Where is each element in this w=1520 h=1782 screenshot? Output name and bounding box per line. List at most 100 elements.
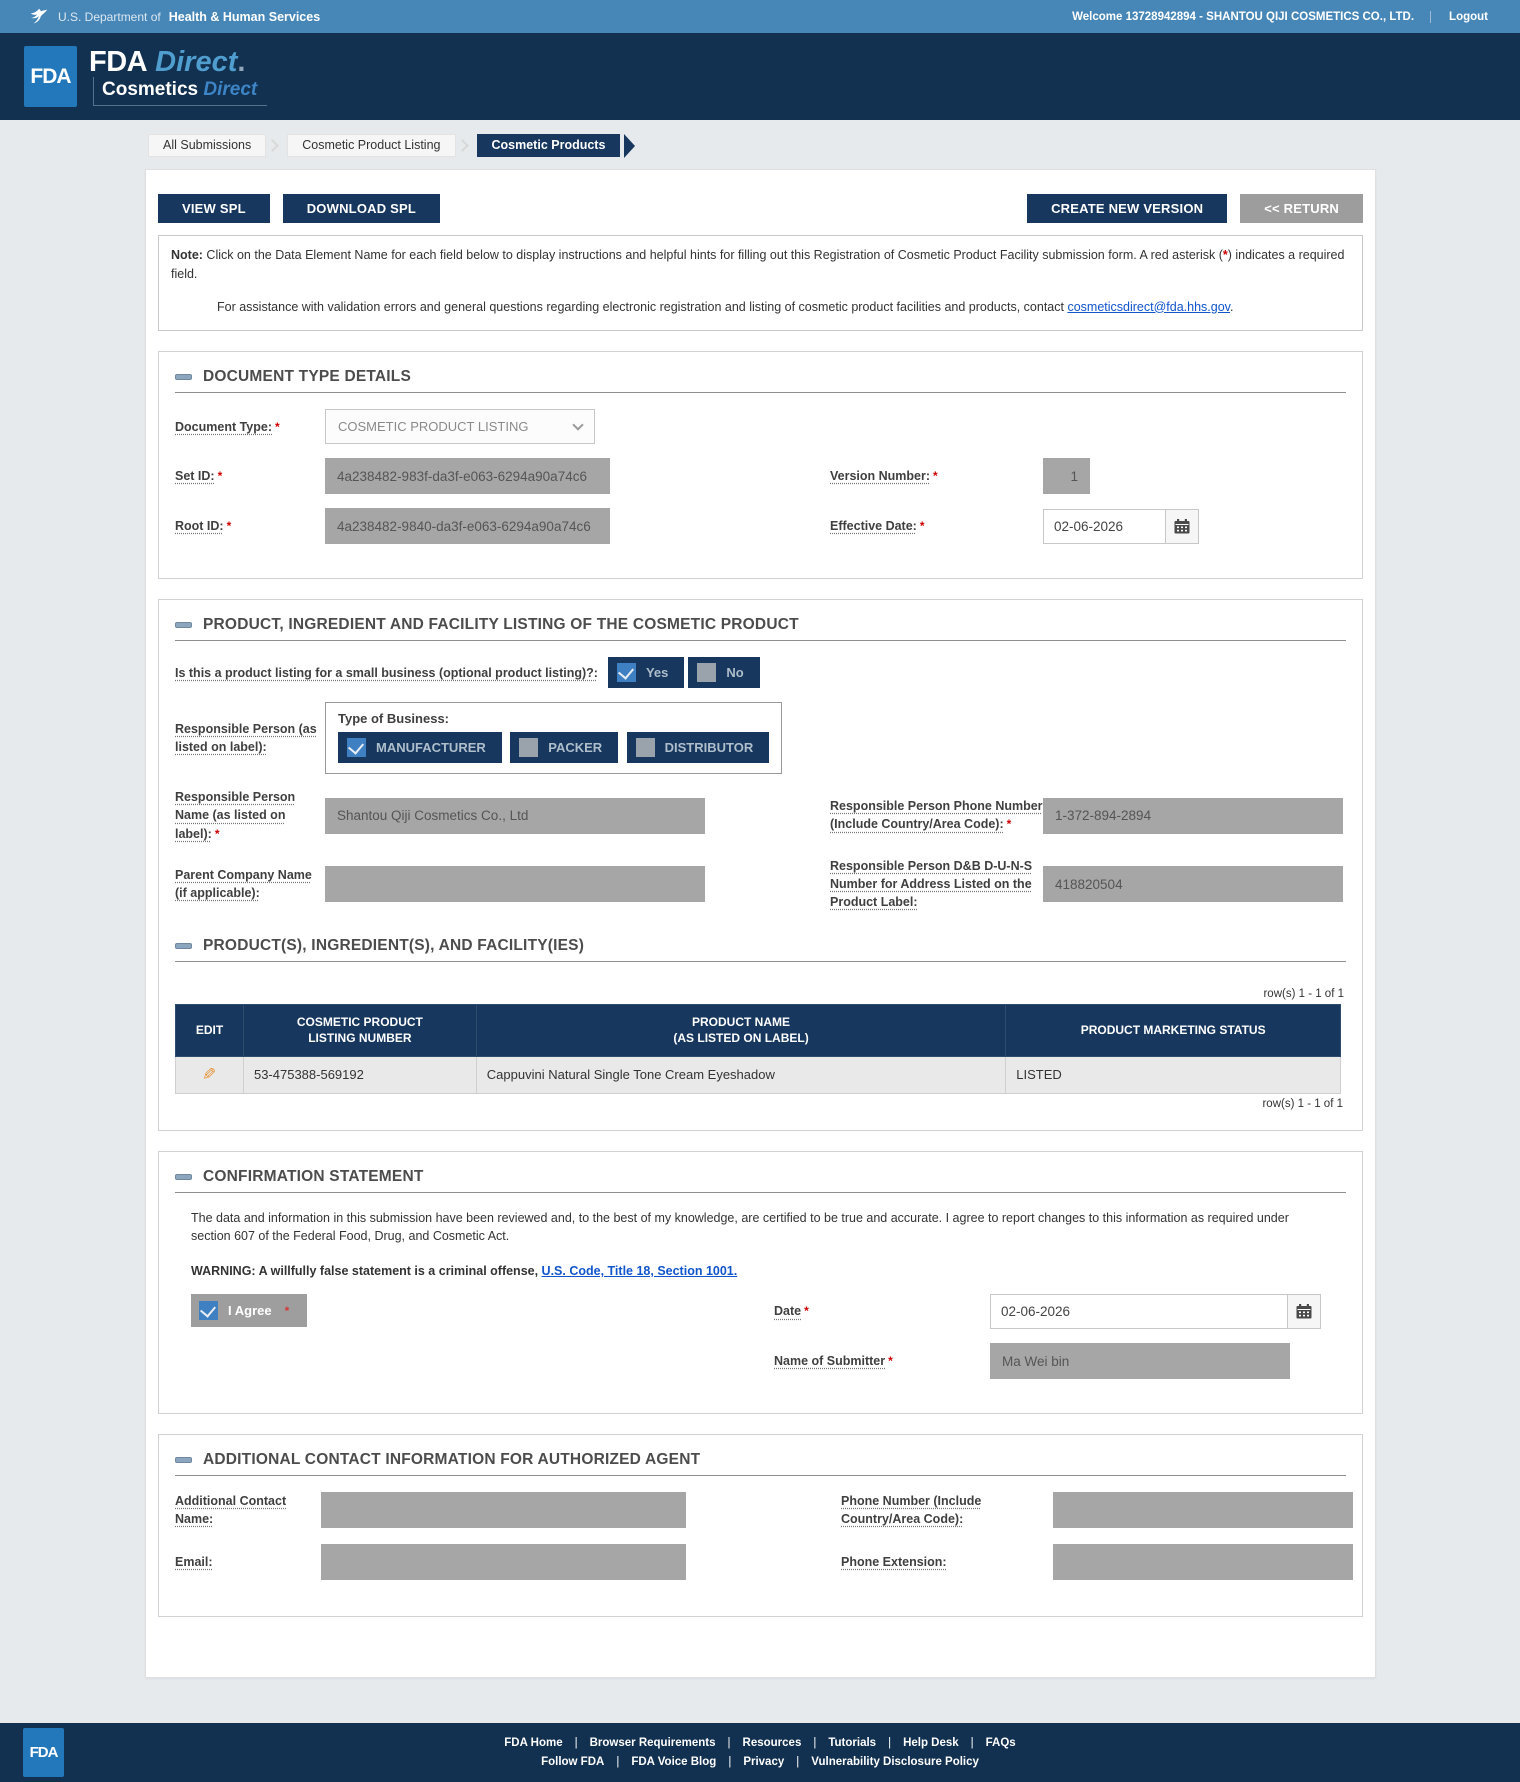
i-agree-label: I Agree (228, 1303, 272, 1318)
no-label: No (726, 665, 743, 680)
dept-name: Health & Human Services (169, 10, 320, 24)
footer-link-tutorials[interactable]: Tutorials (801, 1737, 876, 1749)
document-type-value: COSMETIC PRODUCT LISTING (338, 419, 528, 434)
parent-company-field (325, 866, 705, 902)
products-subsection-title: PRODUCT(S), INGREDIENT(S), AND FACILITY(… (203, 937, 584, 955)
required-asterisk: * (804, 1304, 809, 1318)
footer-link-faqs[interactable]: FAQs (959, 1737, 1016, 1749)
table-row: ✎ 53-475388-569192 Cappuvini Natural Sin… (176, 1056, 1341, 1093)
us-code-link[interactable]: U.S. Code, Title 18, Section 1001. (542, 1264, 738, 1278)
collapse-section-icon[interactable] (175, 943, 192, 949)
row-count-top: row(s) 1 - 1 of 1 (177, 988, 1344, 1000)
breadcrumb-cosmetic-products[interactable]: Cosmetic Products (477, 134, 621, 157)
checkbox-checked-icon (617, 663, 636, 682)
section-title: CONFIRMATION STATEMENT (203, 1168, 424, 1186)
breadcrumb: All Submissions Cosmetic Product Listing… (148, 134, 1520, 157)
parent-company-label: Parent Company Name (if applicable): (175, 866, 325, 902)
distributor-checkbox[interactable]: DISTRIBUTOR (627, 732, 770, 763)
effective-date-label: Effective Date:* (830, 517, 1043, 535)
distributor-label: DISTRIBUTOR (665, 740, 754, 755)
footer-link-privacy[interactable]: Privacy (716, 1756, 784, 1768)
collapse-section-icon[interactable] (175, 622, 192, 628)
packer-checkbox[interactable]: PACKER (510, 732, 618, 763)
small-business-no-checkbox[interactable]: No (688, 657, 759, 688)
footer-links-row1: FDA Home Browser Requirements Resources … (0, 1737, 1520, 1749)
name-of-submitter-label: Name of Submitter* (774, 1352, 990, 1370)
cell-listing-number: 53-475388-569192 (243, 1056, 476, 1093)
footer-link-fda-home[interactable]: FDA Home (504, 1737, 562, 1749)
hhs-department-brand: U.S. Department of Health & Human Servic… (28, 6, 320, 28)
type-of-business-group: Type of Business: MANUFACTURER PACKER DI… (325, 702, 782, 774)
view-spl-button[interactable]: VIEW SPL (158, 194, 270, 223)
hhs-eagle-icon (28, 6, 50, 28)
phone-extension-label: Phone Extension: (841, 1553, 1053, 1571)
note-text-before: Click on the Data Element Name for each … (203, 248, 1223, 262)
responsible-person-duns-label: Responsible Person D&B D-U-N-S Number fo… (830, 857, 1043, 911)
download-spl-button[interactable]: DOWNLOAD SPL (283, 194, 440, 223)
footer-link-vulnerability-disclosure[interactable]: Vulnerability Disclosure Policy (784, 1756, 979, 1768)
welcome-text: Welcome 13728942894 - SHANTOU QIJI COSME… (1072, 11, 1414, 23)
document-type-label: Document Type:* (175, 418, 325, 436)
version-number-field: 1 (1043, 458, 1090, 494)
required-asterisk: * (933, 469, 938, 483)
footer-link-help-desk[interactable]: Help Desk (876, 1737, 959, 1749)
responsible-person-label: Responsible Person (as listed on label): (175, 720, 325, 756)
confirmation-statement-text: The data and information in this submiss… (191, 1209, 1330, 1247)
footer-link-follow-fda[interactable]: Follow FDA (541, 1756, 604, 1768)
app-title-direct: Direct (155, 46, 237, 78)
main-form-card: VIEW SPL DOWNLOAD SPL CREATE NEW VERSION… (145, 169, 1376, 1678)
phone-number-field (1053, 1492, 1353, 1528)
responsible-person-duns-field: 418820504 (1043, 866, 1343, 902)
app-subtitle-cosmetics: Cosmetics (102, 79, 198, 100)
small-business-label: Is this a product listing for a small bu… (175, 664, 598, 682)
set-id-label: Set ID:* (175, 467, 325, 485)
app-title-fda: FDA (89, 46, 147, 78)
footer-link-resources[interactable]: Resources (716, 1737, 802, 1749)
email-label: Email: (175, 1553, 321, 1571)
section-title: ADDITIONAL CONTACT INFORMATION FOR AUTHO… (203, 1451, 700, 1469)
footer-link-browser-requirements[interactable]: Browser Requirements (563, 1737, 716, 1749)
collapse-section-icon[interactable] (175, 374, 192, 380)
i-agree-checkbox[interactable]: I Agree * (191, 1294, 307, 1327)
yes-label: Yes (646, 665, 668, 680)
section-confirmation-statement: CONFIRMATION STATEMENT The data and info… (158, 1151, 1363, 1415)
additional-contact-name-field (321, 1492, 686, 1528)
additional-contact-name-label: Additional Contact Name: (175, 1492, 321, 1528)
cosmeticsdirect-email-link[interactable]: cosmeticsdirect@fda.hhs.gov (1067, 300, 1230, 314)
breadcrumb-cosmetic-product-listing[interactable]: Cosmetic Product Listing (287, 134, 455, 157)
logout-button[interactable]: Logout (1430, 11, 1506, 23)
document-type-select[interactable]: COSMETIC PRODUCT LISTING (325, 409, 595, 444)
email-field (321, 1544, 686, 1580)
required-asterisk: * (285, 1304, 290, 1318)
hhs-utility-bar: U.S. Department of Health & Human Servic… (0, 0, 1520, 33)
fda-footer-logo: FDA (23, 1728, 64, 1777)
assistance-text: For assistance with validation errors an… (217, 300, 1067, 314)
breadcrumb-all-submissions[interactable]: All Submissions (148, 134, 266, 157)
col-header-marketing-status: PRODUCT MARKETING STATUS (1006, 1005, 1341, 1056)
warning-text: WARNING: A willfully false statement is … (191, 1264, 542, 1278)
collapse-section-icon[interactable] (175, 1457, 192, 1463)
section-document-type-details: DOCUMENT TYPE DETAILS Document Type:* CO… (158, 351, 1363, 579)
footer-links-row2: Follow FDA FDA Voice Blog Privacy Vulner… (0, 1756, 1520, 1768)
manufacturer-label: MANUFACTURER (376, 740, 486, 755)
small-business-yes-checkbox[interactable]: Yes (608, 657, 684, 688)
create-new-version-button[interactable]: CREATE NEW VERSION (1027, 194, 1227, 223)
edit-pencil-icon[interactable]: ✎ (202, 1065, 216, 1085)
required-asterisk: * (215, 827, 220, 841)
fda-logo: FDA (24, 46, 77, 107)
calendar-icon[interactable] (1288, 1294, 1321, 1329)
row-count-bottom: row(s) 1 - 1 of 1 (177, 1098, 1343, 1110)
calendar-icon[interactable] (1166, 509, 1199, 544)
phone-number-label: Phone Number (Include Country/Area Code)… (841, 1492, 1053, 1528)
collapse-section-icon[interactable] (175, 1174, 192, 1180)
effective-date-input[interactable] (1043, 509, 1166, 544)
return-button[interactable]: << RETURN (1240, 194, 1363, 223)
packer-label: PACKER (548, 740, 602, 755)
manufacturer-checkbox[interactable]: MANUFACTURER (338, 732, 502, 763)
section-additional-contact: ADDITIONAL CONTACT INFORMATION FOR AUTHO… (158, 1434, 1363, 1617)
footer-link-fda-voice-blog[interactable]: FDA Voice Blog (604, 1756, 716, 1768)
required-asterisk: * (275, 420, 280, 434)
confirmation-date-input[interactable] (990, 1294, 1288, 1329)
required-asterisk: * (1007, 817, 1012, 831)
cell-product-name: Cappuvini Natural Single Tone Cream Eyes… (476, 1056, 1005, 1093)
